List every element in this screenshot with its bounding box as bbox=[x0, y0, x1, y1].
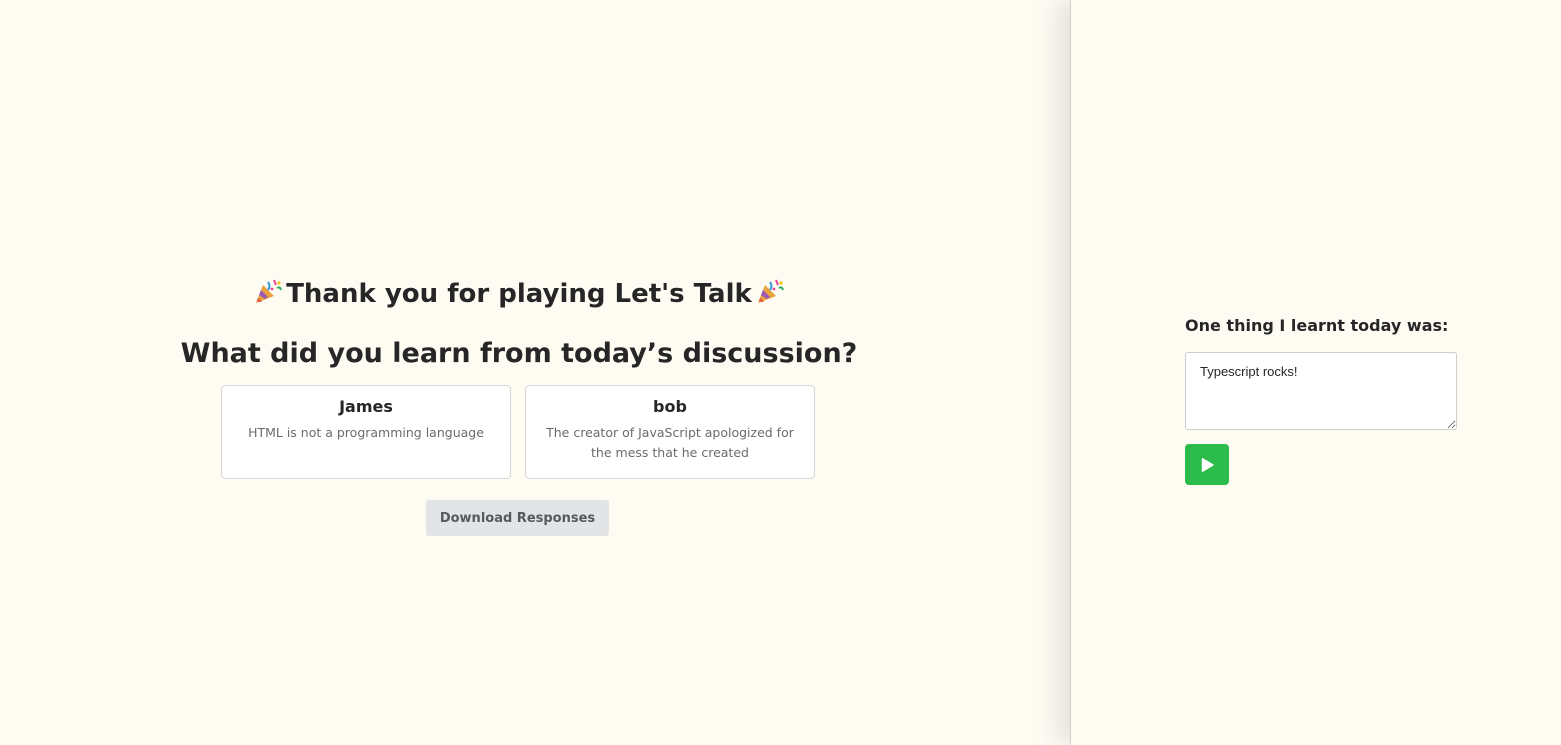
response-text: HTML is not a programming language bbox=[248, 425, 484, 440]
download-responses-button[interactable]: Download Responses bbox=[426, 500, 609, 536]
party-popper-icon bbox=[256, 279, 283, 303]
response-card: James HTML is not a programming language bbox=[221, 385, 511, 479]
results-area: Thank you for playing Let's Talk What di… bbox=[0, 0, 1070, 745]
page-title-text: Thank you for playing Let's Talk bbox=[286, 279, 752, 309]
submit-button[interactable] bbox=[1185, 444, 1229, 485]
response-author: bob bbox=[653, 397, 687, 416]
page-title: Thank you for playing Let's Talk bbox=[0, 276, 1038, 312]
party-popper-icon bbox=[757, 279, 784, 303]
response-text: The creator of JavaScript apologized for… bbox=[546, 425, 794, 460]
prompt-label: One thing I learnt today was: bbox=[1185, 316, 1449, 335]
response-card: bob The creator of JavaScript apologized… bbox=[525, 385, 815, 479]
response-input[interactable]: Typescript rocks! bbox=[1185, 352, 1457, 430]
response-author: James bbox=[339, 397, 393, 416]
response-side-panel: One thing I learnt today was: Typescript… bbox=[1070, 0, 1561, 745]
discussion-question: What did you learn from today’s discussi… bbox=[180, 338, 858, 369]
play-icon bbox=[1201, 457, 1214, 472]
